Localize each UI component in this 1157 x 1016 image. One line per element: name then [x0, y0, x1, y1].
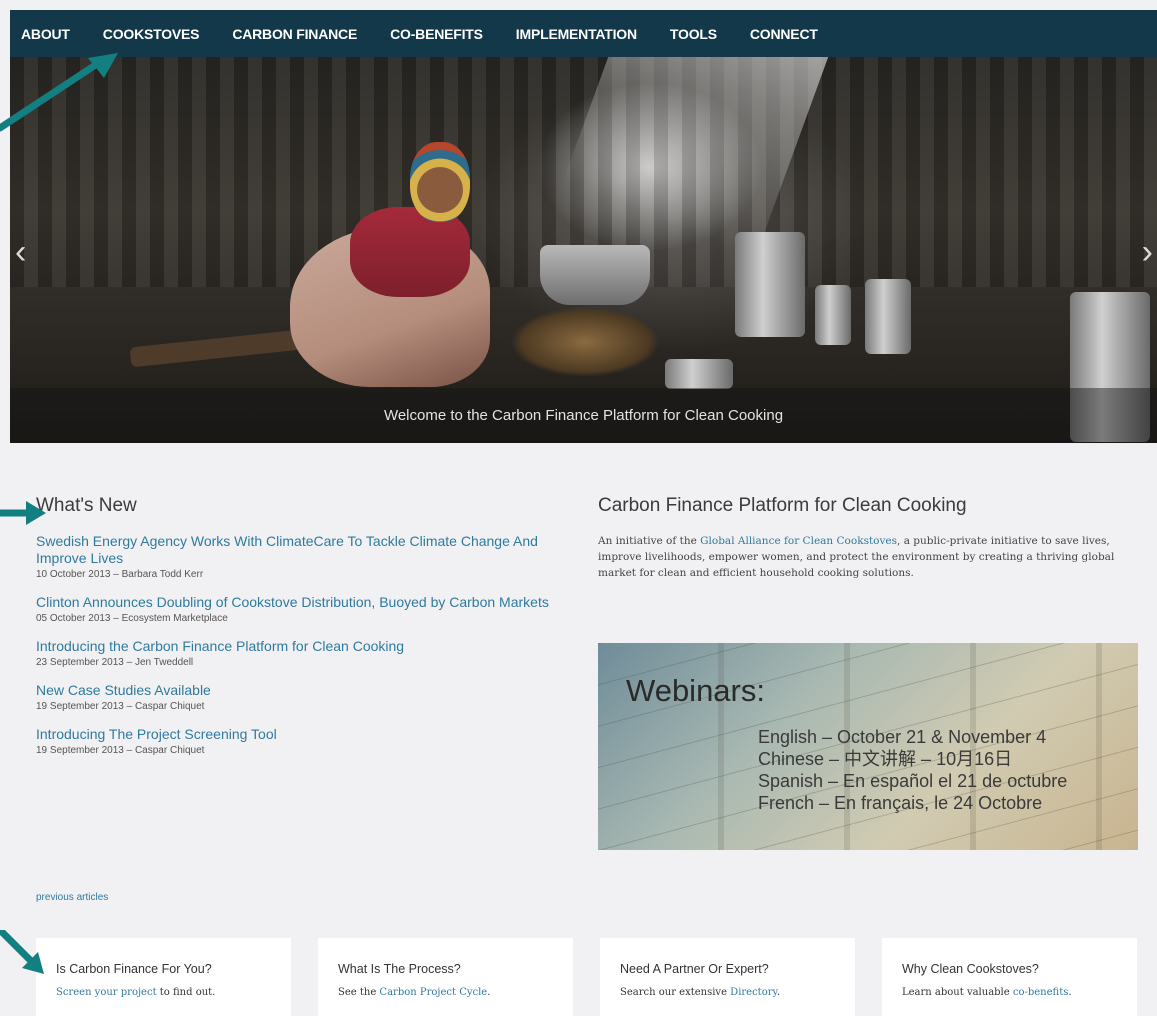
nav-item-tools[interactable]: TOOLS: [670, 26, 717, 42]
news-item: Introducing the Carbon Finance Platform …: [36, 638, 566, 669]
carousel-prev-icon[interactable]: ‹: [15, 235, 26, 269]
card-text-before: See the: [338, 987, 380, 998]
nav-item-co-benefits[interactable]: CO-BENEFITS: [390, 26, 483, 42]
main-nav: ABOUT COOKSTOVES CARBON FINANCE CO-BENEF…: [10, 10, 1157, 57]
platform-heading: Carbon Finance Platform for Clean Cookin…: [598, 495, 967, 516]
hero-tin-container: [865, 279, 911, 354]
screen-project-link[interactable]: Screen your project: [56, 987, 157, 998]
card-text-after: to find out.: [156, 987, 216, 998]
webinar-line: Chinese – 中文讲解 – 10月16日: [758, 749, 1013, 769]
card-text-before: Search our extensive: [620, 987, 731, 998]
platform-description: An initiative of the Global Alliance for…: [598, 533, 1138, 581]
webinar-schedule: English – October 21 & November 4 Chines…: [758, 726, 1067, 814]
previous-articles-link[interactable]: previous articles: [36, 892, 108, 903]
news-item-meta: 19 September 2013 – Caspar Chiquet: [36, 745, 205, 756]
card-text: Learn about valuable co-benefits.: [902, 987, 1137, 998]
webinar-title: Webinars:: [626, 673, 765, 708]
news-item-meta: 23 September 2013 – Jen Tweddell: [36, 657, 194, 668]
hero-cookfire: [510, 307, 660, 377]
nav-item-carbon-finance[interactable]: CARBON FINANCE: [232, 26, 357, 42]
hero-tin-container: [815, 285, 851, 345]
card-process: What Is The Process? See the Carbon Proj…: [318, 938, 573, 1016]
news-item-title[interactable]: Clinton Announces Doubling of Cookstove …: [36, 594, 566, 611]
news-item-title[interactable]: Introducing The Project Screening Tool: [36, 726, 566, 743]
hero-carousel: ‹ › Welcome to the Carbon Finance Platfo…: [10, 57, 1157, 443]
webinar-banner[interactable]: Webinars: English – October 21 & Novembe…: [598, 643, 1138, 850]
hero-cooking-pot: [540, 245, 650, 305]
nav-item-about[interactable]: ABOUT: [21, 26, 70, 42]
global-alliance-link[interactable]: Global Alliance for Clean Cookstoves: [700, 535, 897, 547]
card-text: Search our extensive Directory.: [620, 987, 855, 998]
card-title: What Is The Process?: [338, 962, 461, 976]
news-item: Swedish Energy Agency Works With Climate…: [36, 533, 566, 581]
card-text-after: .: [1068, 987, 1072, 998]
nav-item-cookstoves[interactable]: COOKSTOVES: [103, 26, 200, 42]
hero-caption: Welcome to the Carbon Finance Platform f…: [383, 407, 784, 424]
card-title: Why Clean Cookstoves?: [902, 962, 1039, 976]
webinar-line: Spanish – En español el 21 de octubre: [758, 771, 1068, 791]
card-why-clean-cookstoves: Why Clean Cookstoves? Learn about valuab…: [882, 938, 1137, 1016]
card-title: Is Carbon Finance For You?: [56, 962, 212, 976]
news-item-title[interactable]: Swedish Energy Agency Works With Climate…: [36, 533, 566, 567]
carbon-project-cycle-link[interactable]: Carbon Project Cycle: [379, 987, 487, 998]
card-carbon-finance-for-you: Is Carbon Finance For You? Screen your p…: [36, 938, 291, 1016]
news-item: New Case Studies Available 19 September …: [36, 682, 566, 713]
hero-woman-blouse: [350, 207, 470, 297]
hero-caption-bar: Welcome to the Carbon Finance Platform f…: [10, 388, 1157, 443]
whats-new-heading: What's New: [36, 495, 137, 516]
news-item: Introducing The Project Screening Tool 1…: [36, 726, 566, 757]
annotation-arrow-icon: [0, 501, 46, 525]
platform-desc-text: An initiative of the: [598, 535, 701, 547]
news-item-meta: 10 October 2013 – Barbara Todd Kerr: [36, 569, 204, 580]
hero-woman-head: [410, 142, 470, 222]
card-text-after: .: [776, 987, 781, 998]
webinar-line: English – October 21 & November 4: [758, 727, 1047, 747]
nav-item-implementation[interactable]: IMPLEMENTATION: [516, 26, 637, 42]
hero-tin-container: [735, 232, 805, 337]
news-list: Swedish Energy Agency Works With Climate…: [36, 533, 566, 770]
nav-item-connect[interactable]: CONNECT: [750, 26, 818, 42]
card-text: Screen your project to find out.: [56, 987, 291, 998]
news-item-title[interactable]: New Case Studies Available: [36, 682, 566, 699]
card-text: See the Carbon Project Cycle.: [338, 987, 573, 998]
co-benefits-link[interactable]: co-benefits: [1013, 987, 1069, 998]
carousel-next-icon[interactable]: ›: [1142, 235, 1153, 269]
directory-link[interactable]: Directory: [730, 987, 777, 998]
annotation-arrow-icon: [0, 53, 118, 132]
news-item: Clinton Announces Doubling of Cookstove …: [36, 594, 566, 625]
webinar-line: French – En français, le 24 Octobre: [758, 793, 1043, 813]
hero-tin-container: [665, 359, 733, 389]
card-text-before: Learn about valuable: [902, 987, 1013, 998]
card-text-after: .: [487, 987, 491, 998]
annotation-arrow-icon: [0, 930, 44, 974]
news-item-meta: 19 September 2013 – Caspar Chiquet: [36, 701, 205, 712]
news-item-meta: 05 October 2013 – Ecosystem Marketplace: [36, 613, 228, 624]
card-title: Need A Partner Or Expert?: [620, 962, 769, 976]
news-item-title[interactable]: Introducing the Carbon Finance Platform …: [36, 638, 566, 655]
card-partner-expert: Need A Partner Or Expert? Search our ext…: [600, 938, 855, 1016]
